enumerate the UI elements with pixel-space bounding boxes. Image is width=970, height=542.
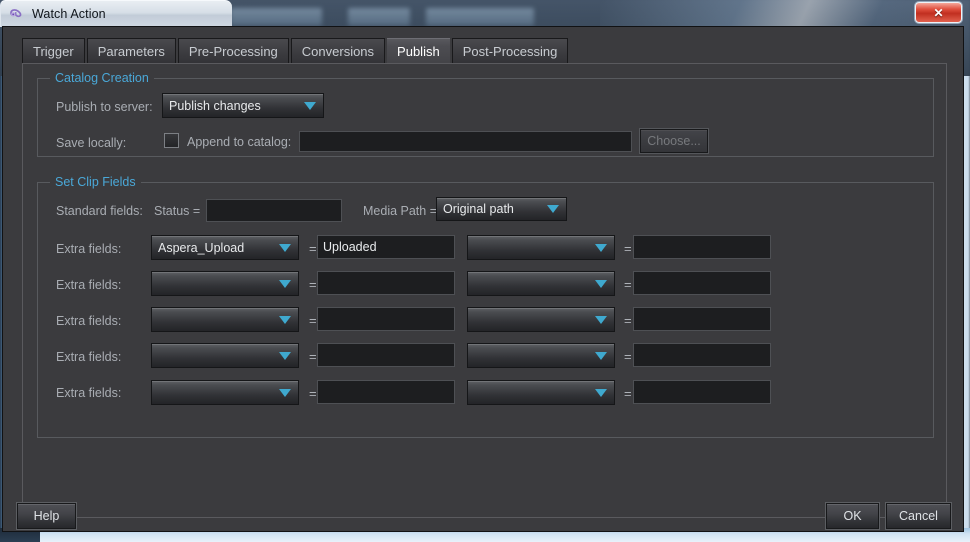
dialog-body: Trigger Parameters Pre-Processing Conver… — [2, 26, 964, 532]
chevron-down-icon — [595, 243, 607, 252]
window-title: Watch Action — [32, 7, 106, 21]
equals-sign-4b: = — [624, 349, 632, 364]
extra-field-value-input-2a[interactable] — [317, 271, 455, 295]
equals-sign-1b: = — [624, 241, 632, 256]
ok-button-label: OK — [843, 509, 862, 523]
tab-bar: Trigger Parameters Pre-Processing Conver… — [22, 38, 570, 64]
tab-label: Parameters — [97, 44, 165, 59]
chevron-down-icon — [279, 351, 291, 360]
extra-field-value-input-5b[interactable] — [633, 380, 771, 404]
catalog-creation-group-title: Catalog Creation — [50, 71, 154, 85]
chevron-down-icon — [279, 315, 291, 324]
extra-fields-label: Extra fields: — [56, 314, 122, 328]
extra-field-name-dropdown-4b[interactable] — [467, 343, 615, 368]
ok-button[interactable]: OK — [826, 503, 879, 529]
tab-publish[interactable]: Publish — [387, 38, 450, 64]
set-clip-fields-group: Set Clip Fields Standard fields: Status … — [37, 175, 934, 438]
media-path-dropdown[interactable]: Original path — [436, 197, 567, 221]
equals-sign-3a: = — [309, 313, 317, 328]
status-input[interactable] — [206, 199, 342, 222]
tab-label: Publish — [397, 43, 440, 59]
tab-parameters[interactable]: Parameters — [86, 38, 176, 64]
chevron-down-icon — [595, 388, 607, 397]
close-button[interactable]: ✕ — [915, 2, 962, 23]
save-locally-label: Save locally: — [56, 136, 127, 150]
extra-field-value: Uploaded — [323, 240, 377, 254]
extra-field-name-dropdown-1a[interactable]: Aspera_Upload — [151, 235, 299, 260]
chevron-down-icon — [595, 279, 607, 288]
extra-field-name-dropdown-5b[interactable] — [467, 380, 615, 405]
choose-button-label: Choose... — [647, 134, 701, 148]
extra-field-name-dropdown-4a[interactable] — [151, 343, 299, 368]
append-to-catalog-checkbox[interactable] — [164, 133, 179, 148]
append-to-catalog-input[interactable] — [299, 131, 632, 152]
tab-label: Trigger — [33, 44, 74, 59]
publish-to-server-label: Publish to server: — [56, 100, 153, 114]
equals-sign-4a: = — [309, 349, 317, 364]
extra-fields-label: Extra fields: — [56, 386, 122, 400]
set-clip-fields-group-title: Set Clip Fields — [50, 175, 141, 189]
cancel-button-label: Cancel — [899, 509, 938, 523]
equals-sign-5b: = — [624, 386, 632, 401]
tab-label: Post-Processing — [462, 44, 558, 59]
publish-to-server-value: Publish changes — [169, 98, 261, 113]
equals-sign-3b: = — [624, 313, 632, 328]
chevron-down-icon — [547, 205, 559, 213]
extra-field-value-input-3b[interactable] — [633, 307, 771, 331]
chevron-down-icon — [595, 351, 607, 360]
cancel-button[interactable]: Cancel — [886, 503, 951, 529]
tab-conversions[interactable]: Conversions — [290, 38, 386, 64]
extra-field-value-input-4b[interactable] — [633, 343, 771, 367]
tab-label: Conversions — [301, 44, 375, 59]
help-button-label: Help — [33, 509, 60, 523]
extra-field-value-input-2b[interactable] — [633, 271, 771, 295]
extra-field-value-input-5a[interactable] — [317, 380, 455, 404]
extra-fields-label: Extra fields: — [56, 278, 122, 292]
chevron-down-icon — [304, 101, 316, 110]
media-path-value: Original path — [443, 202, 514, 216]
equals-sign-5a: = — [309, 386, 317, 401]
extra-fields-label: Extra fields: — [56, 242, 122, 256]
chevron-down-icon — [279, 243, 291, 252]
extra-field-name-value: Aspera_Upload — [158, 240, 245, 255]
app-swirl-icon — [9, 6, 25, 22]
media-path-label: Media Path = — [363, 204, 438, 218]
extra-field-name-dropdown-5a[interactable] — [151, 380, 299, 405]
extra-field-name-dropdown-3b[interactable] — [467, 307, 615, 332]
chevron-down-icon — [279, 388, 291, 397]
help-button[interactable]: Help — [17, 503, 76, 529]
extra-field-value-input-1b[interactable] — [633, 235, 771, 259]
extra-field-name-dropdown-3a[interactable] — [151, 307, 299, 332]
chevron-down-icon — [595, 315, 607, 324]
append-to-catalog-label: Append to catalog: — [187, 135, 292, 149]
extra-fields-label: Extra fields: — [56, 350, 122, 364]
tab-post-processing[interactable]: Post-Processing — [451, 38, 569, 64]
extra-field-name-dropdown-2b[interactable] — [467, 271, 615, 296]
status-label: Status = — [154, 204, 201, 218]
extra-field-name-dropdown-1b[interactable] — [467, 235, 615, 260]
tab-label: Pre-Processing — [188, 44, 278, 59]
equals-sign-1a: = — [309, 241, 317, 256]
close-icon: ✕ — [933, 5, 944, 20]
standard-fields-label: Standard fields: — [56, 204, 143, 218]
tab-pre-processing[interactable]: Pre-Processing — [177, 38, 289, 64]
equals-sign-2a: = — [309, 277, 317, 292]
tab-trigger[interactable]: Trigger — [22, 38, 85, 64]
choose-button[interactable]: Choose... — [640, 129, 708, 153]
screenshot-root: Watch Action ✕ Trigger Parameters Pre-Pr… — [0, 0, 970, 542]
extra-field-value-input-4a[interactable] — [317, 343, 455, 367]
extra-field-value-input-3a[interactable] — [317, 307, 455, 331]
equals-sign-2b: = — [624, 277, 632, 292]
title-bar[interactable]: Watch Action — [0, 0, 232, 27]
watch-action-window: Watch Action ✕ Trigger Parameters Pre-Pr… — [0, 0, 970, 534]
catalog-creation-group: Catalog Creation Publish to server: Publ… — [37, 71, 934, 157]
extra-field-value-input-1a[interactable]: Uploaded — [317, 235, 455, 259]
publish-to-server-dropdown[interactable]: Publish changes — [162, 93, 324, 118]
chevron-down-icon — [279, 279, 291, 288]
extra-field-name-dropdown-2a[interactable] — [151, 271, 299, 296]
publish-tab-panel: Catalog Creation Publish to server: Publ… — [22, 63, 947, 518]
